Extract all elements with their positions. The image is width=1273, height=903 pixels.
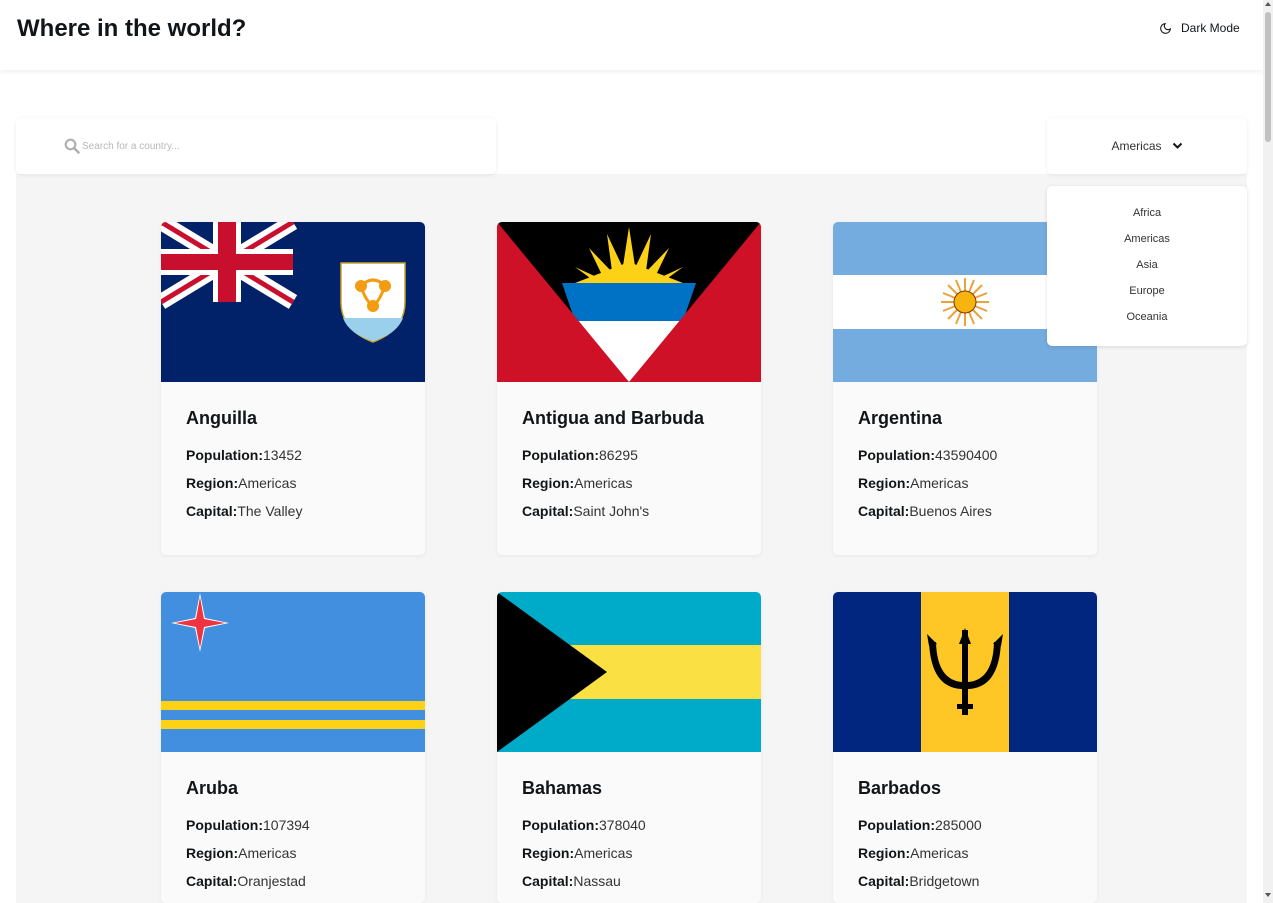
country-name: Anguilla — [186, 408, 257, 428]
population-value: 107394 — [263, 817, 310, 833]
country-population: Population:43590400 — [858, 447, 997, 463]
antigua-and-barbuda-flag — [497, 222, 761, 382]
country-name: Bahamas — [522, 778, 603, 798]
country-region: Region:Americas — [186, 475, 296, 491]
population-value: 86295 — [599, 447, 638, 463]
region-option-asia[interactable]: Asia — [1047, 259, 1247, 271]
search-input[interactable] — [82, 136, 462, 156]
region-label: Region: — [186, 475, 239, 491]
region-option-africa[interactable]: Africa — [1047, 207, 1247, 219]
moon-icon — [1159, 22, 1172, 35]
country-population: Population:86295 — [522, 447, 638, 463]
country-card[interactable]: Antigua and Barbuda Population:86295 Reg… — [497, 222, 761, 555]
country-capital: Capital:The Valley — [186, 503, 302, 519]
app-title: Where in the world? — [17, 15, 247, 42]
country-capital: Capital:Buenos Aires — [858, 503, 992, 519]
population-value: 285000 — [935, 817, 982, 833]
region-option-europe[interactable]: Europe — [1047, 285, 1247, 297]
anguilla-flag — [161, 222, 425, 382]
site-header: Where in the world? Dark Mode — [0, 0, 1263, 70]
region-value: Americas — [238, 475, 297, 491]
capital-label: Capital: — [186, 873, 238, 889]
region-filter-select[interactable]: Americas — [1047, 118, 1247, 174]
aruba-flag — [161, 592, 425, 752]
capital-label: Capital: — [522, 873, 574, 889]
country-card[interactable]: Aruba Population:107394 Region:Americas … — [161, 592, 425, 903]
country-capital: Capital:Oranjestad — [186, 873, 306, 889]
country-population: Population:378040 — [522, 817, 646, 833]
country-region: Region:Americas — [858, 845, 968, 861]
region-value: Americas — [910, 475, 969, 491]
capital-label: Capital: — [522, 503, 574, 519]
capital-label: Capital: — [858, 873, 910, 889]
country-card[interactable]: Barbados Population:285000 Region:Americ… — [833, 592, 1097, 903]
country-name: Barbados — [858, 778, 942, 798]
population-value: 43590400 — [935, 447, 998, 463]
scroll-up-arrow-icon[interactable] — [1265, 2, 1271, 6]
barbados-flag — [833, 592, 1097, 752]
region-label: Region: — [858, 475, 911, 491]
region-option-americas[interactable]: Americas — [1047, 233, 1247, 245]
capital-value: Oranjestad — [237, 873, 306, 889]
population-value: 378040 — [599, 817, 646, 833]
chevron-down-icon — [1172, 139, 1183, 153]
country-population: Population:107394 — [186, 817, 310, 833]
country-region: Region:Americas — [522, 845, 632, 861]
population-label: Population: — [522, 817, 599, 833]
capital-value: Buenos Aires — [909, 503, 992, 519]
country-card[interactable]: Anguilla Population:13452 Region:America… — [161, 222, 425, 555]
country-capital: Capital:Nassau — [522, 873, 621, 889]
population-label: Population: — [186, 447, 263, 463]
scrollbar-thumb[interactable] — [1265, 12, 1271, 142]
country-capital: Capital:Saint John's — [522, 503, 649, 519]
country-name: Antigua and Barbuda — [522, 408, 705, 428]
population-label: Population: — [858, 817, 935, 833]
region-filter-value: Americas — [1111, 139, 1162, 153]
region-label: Region: — [858, 845, 911, 861]
country-region: Region:Americas — [522, 475, 632, 491]
page-scrollbar[interactable] — [1263, 0, 1273, 903]
region-value: Americas — [574, 475, 633, 491]
population-label: Population: — [858, 447, 935, 463]
region-value: Americas — [238, 845, 297, 861]
capital-value: The Valley — [237, 503, 303, 519]
capital-value: Nassau — [573, 873, 621, 889]
population-value: 13452 — [263, 447, 302, 463]
country-population: Population:13452 — [186, 447, 302, 463]
country-population: Population:285000 — [858, 817, 982, 833]
population-label: Population: — [522, 447, 599, 463]
region-dropdown: Africa Americas Asia Europe Oceania — [1047, 186, 1247, 346]
region-value: Americas — [910, 845, 969, 861]
country-region: Region:Americas — [858, 475, 968, 491]
search-box — [16, 118, 496, 174]
search-icon — [64, 138, 80, 159]
region-option-oceania[interactable]: Oceania — [1047, 311, 1247, 323]
region-label: Region: — [522, 475, 575, 491]
capital-value: Bridgetown — [909, 873, 980, 889]
bahamas-flag — [497, 592, 761, 752]
capital-value: Saint John's — [573, 503, 650, 519]
region-value: Americas — [574, 845, 633, 861]
country-name: Argentina — [858, 408, 943, 428]
country-card[interactable]: Bahamas Population:378040 Region:America… — [497, 592, 761, 903]
capital-label: Capital: — [858, 503, 910, 519]
capital-label: Capital: — [186, 503, 238, 519]
dark-mode-label: Dark Mode — [1181, 21, 1240, 35]
country-name: Aruba — [186, 778, 239, 798]
country-region: Region:Americas — [186, 845, 296, 861]
region-label: Region: — [522, 845, 575, 861]
population-label: Population: — [186, 817, 263, 833]
country-capital: Capital:Bridgetown — [858, 873, 979, 889]
dark-mode-toggle[interactable]: Dark Mode — [1159, 21, 1240, 35]
region-label: Region: — [186, 845, 239, 861]
scroll-down-arrow-icon[interactable] — [1265, 893, 1271, 897]
